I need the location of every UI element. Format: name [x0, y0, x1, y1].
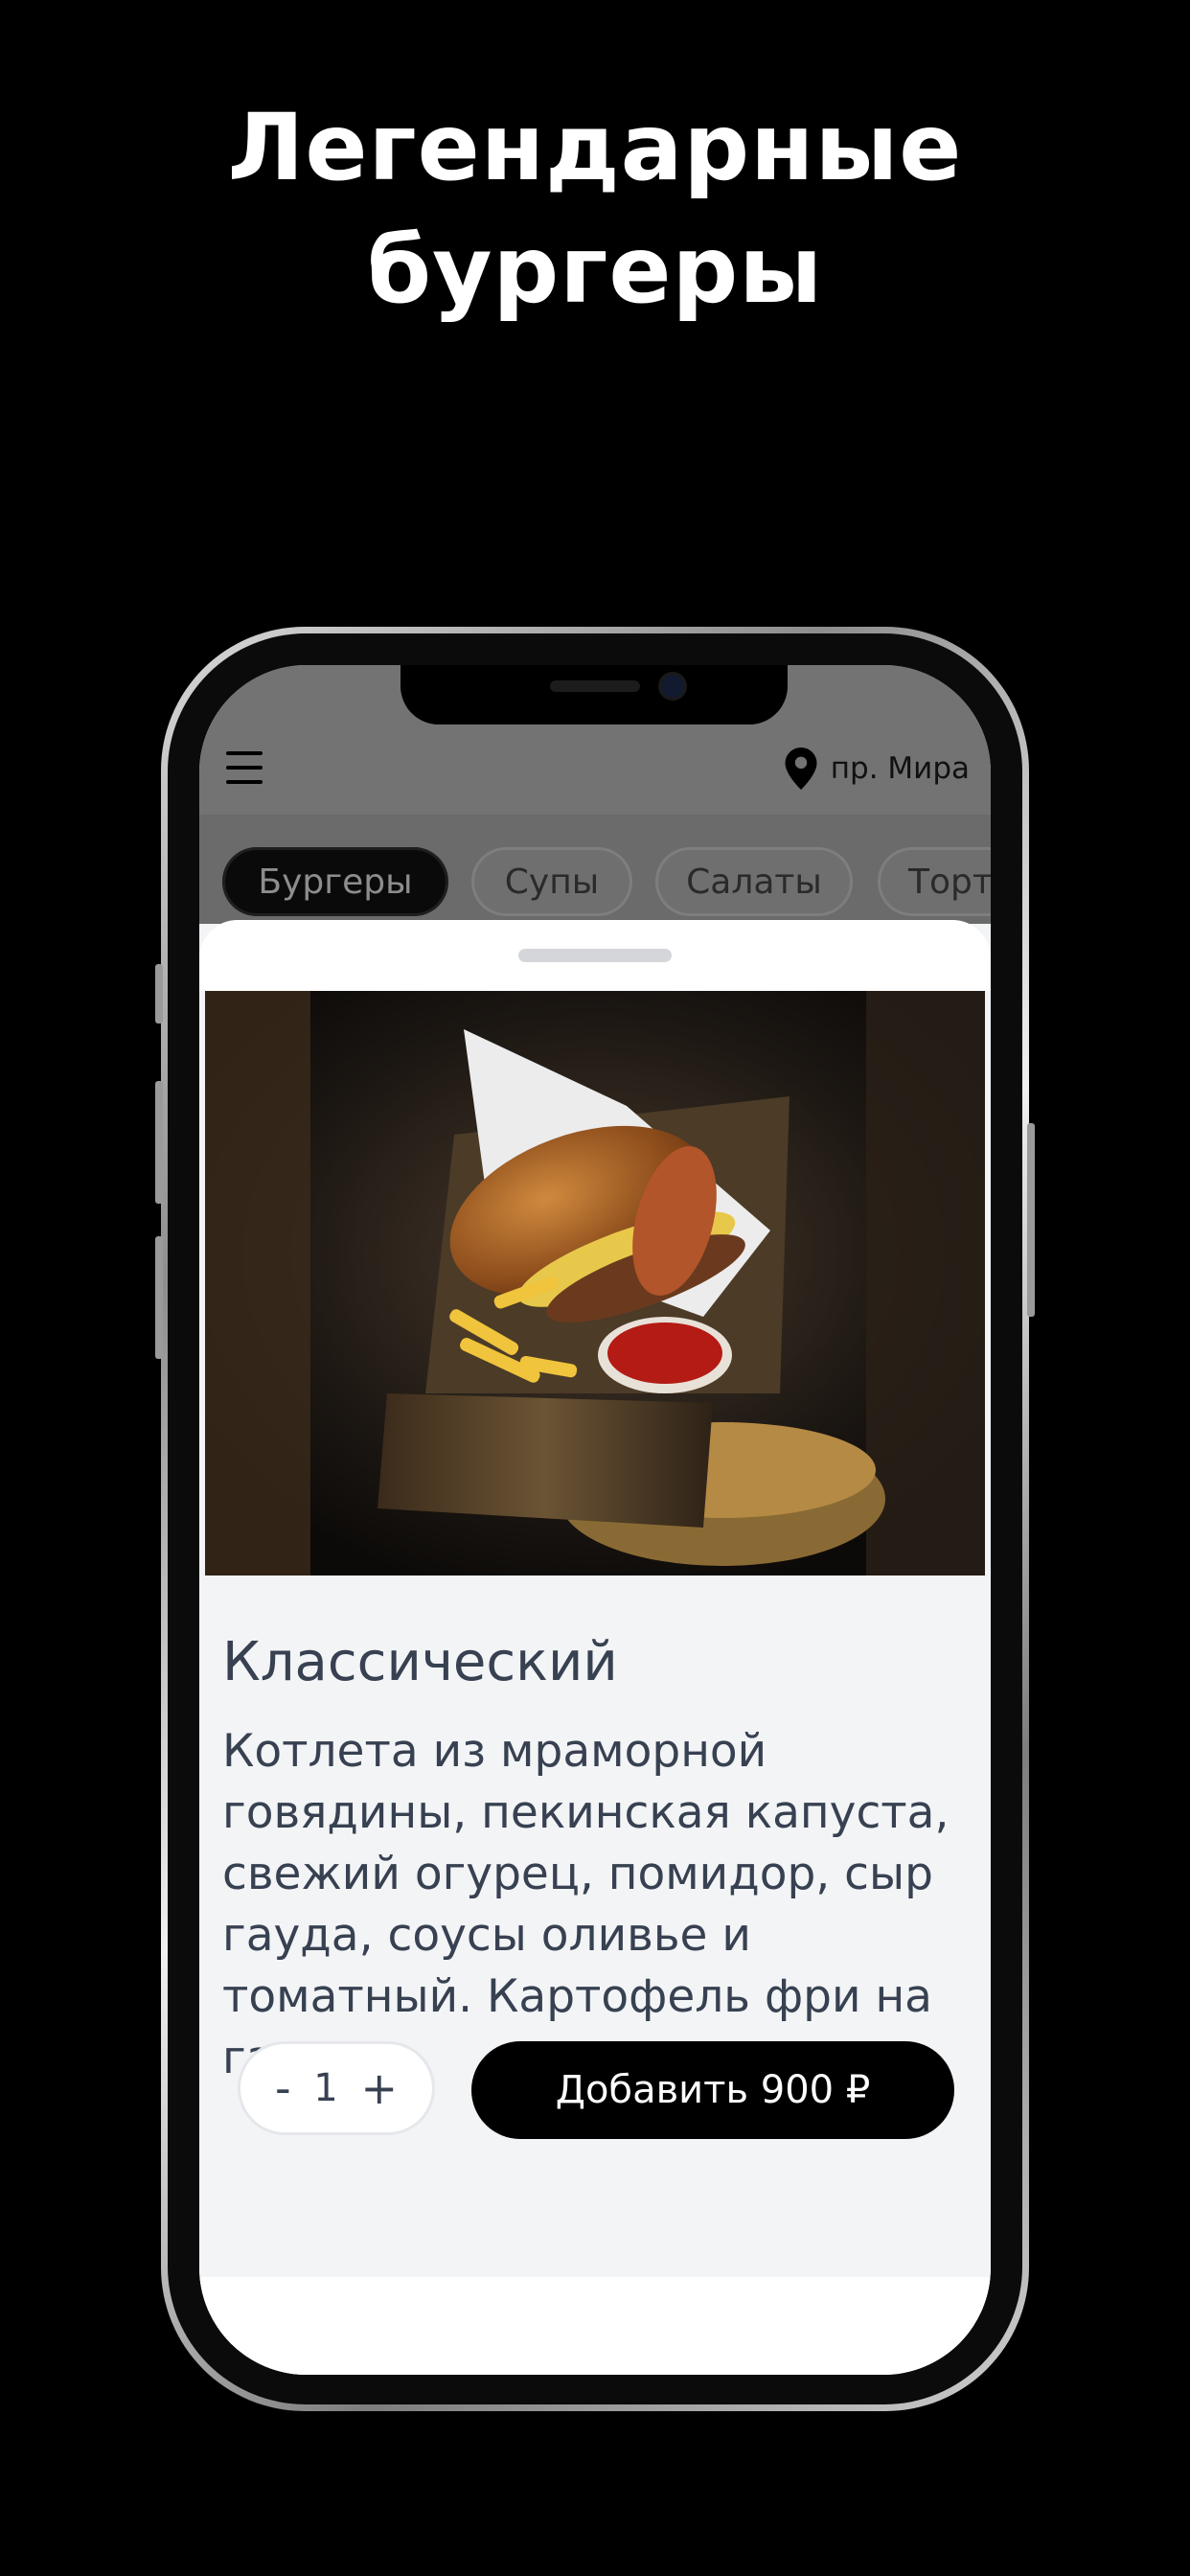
burger-photo: [205, 991, 985, 1576]
category-tabs: Бургеры Супы Салаты Торты: [199, 815, 991, 924]
sheet-drag-handle[interactable]: [518, 949, 672, 962]
headline-line-2: бургеры: [366, 217, 824, 324]
location-selector[interactable]: пр. Мира: [785, 748, 970, 790]
phone-side-button: [155, 964, 163, 1024]
tab-soups[interactable]: Супы: [471, 847, 632, 916]
speaker-grille: [550, 680, 640, 692]
order-footer: [199, 2277, 991, 2375]
phone-notch: [400, 665, 788, 724]
location-label: пр. Мира: [830, 751, 970, 786]
tab-cakes[interactable]: Торты: [878, 847, 991, 916]
menu-icon[interactable]: [226, 751, 263, 784]
phone-volume-down: [155, 1236, 163, 1359]
quantity-value: 1: [313, 2066, 338, 2110]
tab-salads[interactable]: Салаты: [655, 847, 853, 916]
headline-line-1: Легендарные: [227, 94, 963, 201]
product-description: Котлета из мраморной говядины, пекинская…: [222, 1725, 950, 2084]
phone-volume-up: [155, 1081, 163, 1204]
increase-button[interactable]: +: [360, 2066, 398, 2110]
burger-image: [205, 991, 985, 1576]
product-title: Классический: [222, 1631, 618, 1693]
location-pin-icon: [785, 748, 817, 790]
tab-burgers[interactable]: Бургеры: [222, 847, 448, 916]
decrease-button[interactable]: -: [275, 2066, 291, 2110]
product-sheet: Классический Котлета из мраморной говяди…: [199, 920, 991, 2375]
quantity-stepper[interactable]: - 1 +: [238, 2041, 435, 2135]
add-to-cart-button[interactable]: Добавить 900 ₽: [471, 2041, 954, 2139]
phone-power-button: [1027, 1123, 1035, 1317]
front-camera: [661, 675, 684, 698]
promo-headline: Легендарные бургеры: [0, 86, 1190, 332]
